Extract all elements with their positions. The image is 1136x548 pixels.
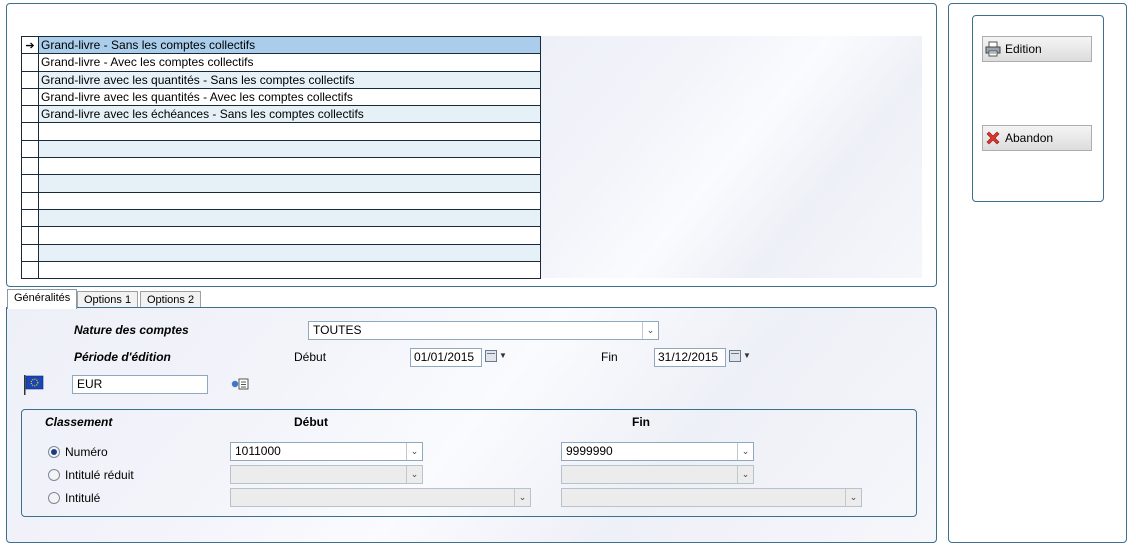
row-indicator (22, 88, 39, 106)
numero-debut-select[interactable]: 1011000 ⌄ (230, 442, 423, 461)
intitule-reduit-fin-select[interactable]: ⌄ (561, 465, 754, 484)
tab-generalites[interactable]: Généralités (7, 289, 78, 309)
list-item[interactable] (22, 158, 540, 176)
radio-intitule[interactable] (48, 492, 60, 504)
list-item-label (39, 210, 540, 226)
report-list-area: ➔ Grand-livre - Sans les comptes collecti… (21, 36, 922, 280)
list-item[interactable] (22, 192, 540, 210)
chevron-down-icon[interactable]: ⌄ (406, 466, 422, 483)
list-item-label: Grand-livre - Avec les comptes collectif… (41, 55, 254, 70)
list-item-label (39, 123, 540, 139)
chevron-down-icon[interactable]: ⌄ (845, 489, 861, 506)
row-indicator (22, 123, 39, 140)
row-indicator (22, 209, 39, 227)
radio-intitule-reduit-label: Intitulé réduit (65, 468, 134, 482)
periode-debut-label: Début (294, 350, 327, 364)
chevron-down-icon[interactable]: ⌄ (406, 443, 422, 460)
row-indicator (22, 54, 39, 71)
tab-options-2-label: Options 2 (147, 294, 195, 306)
numero-debut-value: 1011000 (235, 444, 281, 458)
row-indicator (22, 227, 39, 244)
chevron-down-icon[interactable]: ⌄ (642, 322, 658, 339)
cancel-x-icon (985, 130, 1001, 146)
edition-label: Edition (1005, 42, 1042, 56)
numero-fin-value: 9999990 (566, 444, 613, 458)
periode-fin-label: Fin (601, 350, 618, 364)
list-item-label (39, 175, 540, 191)
nature-label: Nature des comptes (74, 323, 189, 337)
list-item[interactable] (22, 244, 540, 262)
list-item[interactable] (22, 209, 540, 228)
list-item-label (39, 262, 540, 278)
radio-intitule-reduit[interactable] (48, 469, 60, 481)
nature-select[interactable]: TOUTES ⌄ (308, 321, 659, 340)
radio-intitule-label: Intitulé (65, 491, 101, 505)
row-selected-arrow-icon: ➔ (22, 37, 39, 54)
radio-numero[interactable] (48, 446, 60, 458)
classement-debut-header: Début (294, 415, 328, 429)
list-item[interactable] (22, 140, 540, 159)
row-indicator (22, 244, 39, 261)
list-item-label: Grand-livre avec les quantités - Sans le… (41, 72, 355, 87)
list-item-label: Grand-livre avec les échéances - Sans le… (41, 107, 364, 122)
classement-title: Classement (45, 415, 113, 429)
list-empty-background (541, 36, 922, 278)
currency-value: EUR (77, 377, 103, 391)
list-item[interactable] (22, 123, 540, 141)
currency-picker-icon[interactable] (231, 377, 249, 394)
list-item[interactable]: Grand-livre avec les échéances - Sans le… (22, 106, 540, 124)
date-debut-field[interactable]: 01/01/2015 (410, 348, 482, 367)
periode-label: Période d'édition (74, 350, 171, 364)
report-grid[interactable]: ➔ Grand-livre - Sans les comptes collecti… (21, 36, 541, 280)
chevron-down-icon[interactable]: ⌄ (737, 466, 753, 483)
chevron-down-icon[interactable]: ⌄ (514, 489, 530, 506)
classement-fin-header: Fin (632, 415, 650, 429)
abandon-button[interactable]: Abandon (982, 125, 1092, 151)
intitule-reduit-debut-select[interactable]: ⌄ (230, 465, 423, 484)
calendar-icon[interactable] (729, 350, 741, 362)
list-item-label (39, 227, 540, 243)
radio-numero-label: Numéro (65, 445, 108, 459)
currency-field[interactable]: EUR (72, 375, 208, 394)
list-item-label (39, 158, 540, 174)
list-item-label (39, 245, 540, 261)
intitule-debut-select[interactable]: ⌄ (230, 488, 531, 507)
date-debut-value: 01/01/2015 (414, 350, 475, 364)
list-item-label (39, 193, 540, 209)
row-indicator (22, 158, 39, 175)
list-item[interactable]: Grand-livre avec les quantités - Sans le… (22, 71, 540, 89)
row-indicator (22, 261, 39, 279)
list-item-label: Grand-livre - Sans les comptes collectif… (41, 38, 256, 52)
calendar-dropdown-arrow-icon[interactable]: ▼ (499, 351, 507, 360)
numero-fin-select[interactable]: 9999990 ⌄ (561, 442, 754, 461)
tab-options-1-label: Options 1 (84, 294, 132, 306)
list-item[interactable]: Grand-livre avec les quantités - Avec le… (22, 88, 540, 107)
list-item[interactable] (22, 227, 540, 245)
list-item[interactable]: ➔ Grand-livre - Sans les comptes collecti… (22, 37, 540, 55)
list-item-label (39, 141, 540, 157)
row-indicator (22, 106, 39, 123)
date-fin-value: 31/12/2015 (658, 350, 719, 364)
calendar-dropdown-arrow-icon[interactable]: ▼ (743, 351, 751, 360)
abandon-label: Abandon (1005, 131, 1054, 145)
list-item[interactable]: Grand-livre - Avec les comptes collectif… (22, 54, 540, 72)
printer-icon (985, 41, 1001, 57)
list-item[interactable] (22, 175, 540, 193)
nature-value: TOUTES (313, 323, 362, 337)
row-indicator (22, 192, 39, 209)
intitule-fin-select[interactable]: ⌄ (561, 488, 862, 507)
edition-button[interactable]: Edition (982, 36, 1092, 62)
list-item[interactable] (22, 261, 540, 280)
eu-flag-icon (23, 374, 45, 399)
calendar-icon[interactable] (485, 350, 497, 362)
row-indicator (22, 140, 39, 158)
chevron-down-icon[interactable]: ⌄ (737, 443, 753, 460)
row-indicator (22, 71, 39, 88)
date-fin-field[interactable]: 31/12/2015 (654, 348, 726, 367)
row-indicator (22, 175, 39, 192)
list-item-label: Grand-livre avec les quantités - Avec le… (41, 89, 353, 104)
